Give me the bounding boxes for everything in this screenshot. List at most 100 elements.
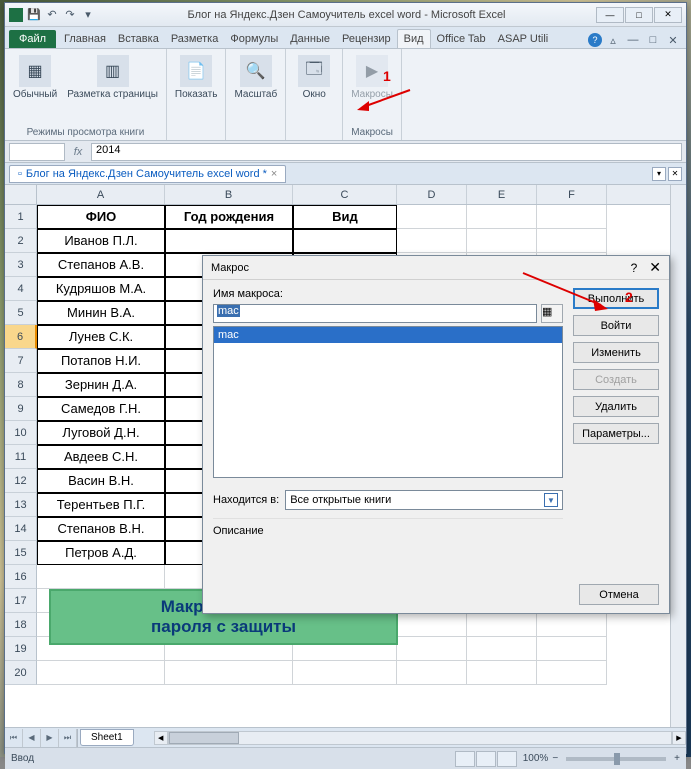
cell[interactable]: Степанов В.Н.: [37, 517, 165, 541]
tab-home[interactable]: Главная: [58, 30, 112, 48]
row-header-8[interactable]: 8: [5, 373, 37, 397]
tab-review[interactable]: Рецензир: [336, 30, 397, 48]
hscroll-left[interactable]: ◀: [154, 731, 168, 745]
tab-asap[interactable]: ASAP Utili: [492, 30, 555, 48]
ribbon-min-icon[interactable]: ▵: [605, 32, 621, 48]
cell[interactable]: [165, 229, 293, 253]
vertical-scrollbar[interactable]: [670, 185, 686, 727]
cell[interactable]: [467, 229, 537, 253]
qat-dropdown-icon[interactable]: ▾: [80, 7, 96, 23]
tab-office[interactable]: Office Tab: [431, 30, 492, 48]
sheet-nav-prev[interactable]: ◀: [23, 729, 41, 747]
maximize-button[interactable]: □: [625, 7, 653, 23]
cell[interactable]: [397, 613, 467, 637]
cell[interactable]: [397, 637, 467, 661]
cell[interactable]: [397, 229, 467, 253]
select-all-corner[interactable]: [5, 185, 37, 204]
col-header-B[interactable]: B: [165, 185, 293, 204]
tab-view[interactable]: Вид: [397, 29, 431, 48]
edit-button[interactable]: Изменить: [573, 342, 659, 363]
row-header-1[interactable]: 1: [5, 205, 37, 229]
cell[interactable]: [467, 613, 537, 637]
delete-button[interactable]: Удалить: [573, 396, 659, 417]
cell[interactable]: Зернин Д.А.: [37, 373, 165, 397]
zoom-in-icon[interactable]: +: [674, 753, 680, 764]
cell[interactable]: [537, 229, 607, 253]
cell[interactable]: Васин В.Н.: [37, 469, 165, 493]
row-header-18[interactable]: 18: [5, 613, 37, 637]
cell[interactable]: [37, 565, 165, 589]
tab-data[interactable]: Данные: [284, 30, 336, 48]
row-header-4[interactable]: 4: [5, 277, 37, 301]
hscroll-track[interactable]: [168, 731, 672, 745]
hscroll-thumb[interactable]: [169, 732, 239, 744]
row-header-10[interactable]: 10: [5, 421, 37, 445]
row-header-20[interactable]: 20: [5, 661, 37, 685]
step-button[interactable]: Войти: [573, 315, 659, 336]
show-button[interactable]: 📄 Показать: [171, 53, 222, 102]
cell[interactable]: ФИО: [37, 205, 165, 229]
cell[interactable]: Авдеев С.Н.: [37, 445, 165, 469]
tab-formulas[interactable]: Формулы: [224, 30, 284, 48]
file-tab[interactable]: Файл: [9, 30, 56, 48]
row-header-3[interactable]: 3: [5, 253, 37, 277]
cell[interactable]: [37, 661, 165, 685]
cell[interactable]: [397, 205, 467, 229]
cell[interactable]: Терентьев П.Г.: [37, 493, 165, 517]
row-header-6[interactable]: 6: [5, 325, 37, 349]
view-normal-icon[interactable]: [455, 751, 475, 767]
cell[interactable]: [467, 205, 537, 229]
macro-ref-button[interactable]: ▦: [541, 304, 563, 323]
row-header-19[interactable]: 19: [5, 637, 37, 661]
row-header-9[interactable]: 9: [5, 397, 37, 421]
cell[interactable]: [537, 637, 607, 661]
macro-list-item[interactable]: mac: [214, 327, 562, 343]
tab-insert[interactable]: Вставка: [112, 30, 165, 48]
doc-max-icon[interactable]: □: [645, 32, 661, 48]
close-icon[interactable]: ×: [271, 168, 277, 180]
cell[interactable]: [467, 661, 537, 685]
row-header-11[interactable]: 11: [5, 445, 37, 469]
col-header-F[interactable]: F: [537, 185, 607, 204]
macro-name-input[interactable]: mac: [213, 304, 537, 323]
macro-list[interactable]: mac: [213, 326, 563, 478]
sheet-tab[interactable]: Sheet1: [80, 729, 134, 746]
view-break-icon[interactable]: [497, 751, 517, 767]
cell[interactable]: [537, 661, 607, 685]
qat-undo-icon[interactable]: ↶: [44, 7, 60, 23]
doc-close-icon[interactable]: ✕: [665, 32, 681, 48]
cell[interactable]: Год рождения: [165, 205, 293, 229]
normal-view-button[interactable]: ▦ Обычный: [9, 53, 61, 102]
cell[interactable]: [537, 613, 607, 637]
col-header-A[interactable]: A: [37, 185, 165, 204]
col-header-D[interactable]: D: [397, 185, 467, 204]
help-icon[interactable]: ?: [588, 33, 602, 47]
cancel-button[interactable]: Отмена: [579, 584, 659, 605]
wb-dropdown-icon[interactable]: ▾: [652, 167, 666, 181]
options-button[interactable]: Параметры...: [573, 423, 659, 444]
cell[interactable]: [397, 661, 467, 685]
row-header-17[interactable]: 17: [5, 589, 37, 613]
cell[interactable]: [293, 661, 397, 685]
cell[interactable]: Минин В.А.: [37, 301, 165, 325]
doc-min-icon[interactable]: —: [625, 32, 641, 48]
zoom-out-icon[interactable]: −: [552, 753, 558, 764]
dialog-titlebar[interactable]: Макрос ? ✕: [203, 256, 669, 280]
fx-label[interactable]: fx: [69, 146, 87, 158]
qat-save-icon[interactable]: 💾: [26, 7, 42, 23]
cell[interactable]: Лунев С.К.: [37, 325, 165, 349]
hscroll-right[interactable]: ▶: [672, 731, 686, 745]
cell[interactable]: Луговой Д.Н.: [37, 421, 165, 445]
cell[interactable]: Петров А.Д.: [37, 541, 165, 565]
cell[interactable]: [293, 229, 397, 253]
zoom-button[interactable]: 🔍 Масштаб: [230, 53, 281, 102]
run-button[interactable]: Выполнить: [573, 288, 659, 309]
cell[interactable]: Степанов А.В.: [37, 253, 165, 277]
cell[interactable]: Иванов П.Л.: [37, 229, 165, 253]
page-layout-button[interactable]: ▥ Разметка страницы: [63, 53, 162, 102]
macro-location-select[interactable]: Все открытые книги ▼: [285, 490, 563, 510]
cell[interactable]: Вид: [293, 205, 397, 229]
row-header-12[interactable]: 12: [5, 469, 37, 493]
view-layout-icon[interactable]: [476, 751, 496, 767]
zoom-slider[interactable]: [566, 757, 666, 761]
